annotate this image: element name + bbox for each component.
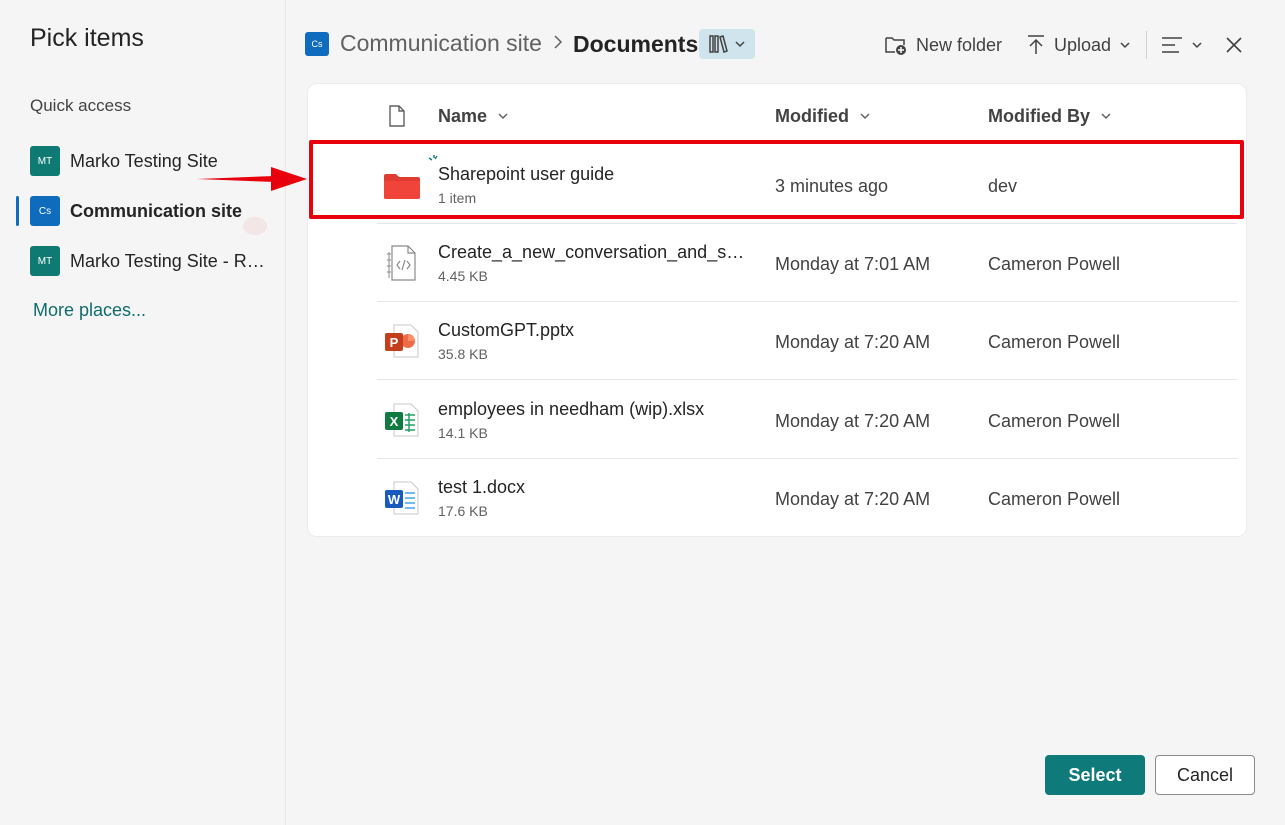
file-details: 14.1 KB: [438, 425, 488, 441]
sidebar-item-label: Marko Testing Site - Ret...: [70, 250, 270, 271]
site-badge: Cs: [30, 196, 60, 226]
list-view-icon: [1162, 37, 1182, 53]
file-name: employees in needham (wip).xlsx: [438, 399, 705, 419]
upload-label: Upload: [1054, 34, 1112, 55]
select-button[interactable]: Select: [1045, 755, 1145, 795]
file-modified-by: Cameron Powell: [988, 332, 1121, 352]
name-column-label: Name: [438, 105, 488, 126]
file-modified: Monday at 7:20 AM: [775, 411, 931, 431]
modified-column-label: Modified: [775, 105, 849, 126]
file-details: 4.45 KB: [438, 268, 488, 284]
new-folder-button[interactable]: New folder: [884, 30, 1002, 60]
header: Cs Communication site Documents New fold…: [305, 26, 1265, 64]
file-modified: Monday at 7:20 AM: [775, 489, 931, 509]
file-modified-by: dev: [988, 176, 1018, 196]
file-details: 35.8 KB: [438, 346, 488, 362]
site-badge: MT: [30, 146, 60, 176]
file-modified-by: Cameron Powell: [988, 489, 1121, 509]
table-row[interactable]: X employees in needham (wip).xlsx 14.1 K…: [377, 381, 1237, 459]
file-list: Name Modified Modified By Sharepoint use…: [307, 83, 1247, 537]
new-folder-label: New folder: [916, 34, 1003, 55]
close-icon: [1226, 37, 1242, 53]
site-badge: MT: [30, 246, 60, 276]
sidebar: Pick items Quick access MT Marko Testing…: [0, 0, 286, 825]
name-column-header[interactable]: Name: [438, 104, 509, 128]
file-details: 1 item: [438, 190, 477, 206]
file-modified: Monday at 7:20 AM: [775, 332, 931, 352]
file-modified: 3 minutes ago: [775, 176, 889, 196]
more-places-link[interactable]: More places...: [33, 300, 146, 321]
dialog-title: Pick items: [30, 24, 144, 52]
table-row[interactable]: Create_a_new_conversation_and_send_... 4…: [377, 224, 1237, 302]
file-modified-by: Cameron Powell: [988, 411, 1121, 431]
new-folder-icon: [885, 37, 906, 55]
chevron-down-icon: [1192, 42, 1202, 49]
upload-button[interactable]: Upload: [1026, 30, 1131, 60]
file-icon: [389, 105, 405, 127]
file-details: 17.6 KB: [438, 503, 488, 519]
close-button[interactable]: [1225, 30, 1243, 60]
chevron-down-icon: [1101, 113, 1111, 120]
breadcrumb-chevron-icon: [552, 34, 564, 55]
breadcrumb-library: Documents: [573, 31, 699, 57]
excel-icon: X: [385, 403, 419, 437]
quick-access-heading: Quick access: [30, 96, 132, 115]
modified-by-column-label: Modified By: [988, 105, 1090, 126]
view-options-button[interactable]: [1161, 30, 1203, 60]
svg-text:P: P: [390, 335, 399, 350]
chevron-down-icon: [1120, 42, 1130, 49]
library-switcher-button[interactable]: [699, 29, 755, 59]
folder-icon: [384, 174, 420, 199]
file-name: CustomGPT.pptx: [438, 320, 575, 340]
table-row[interactable]: Sharepoint user guide 1 item 3 minutes a…: [377, 146, 1237, 224]
modified-by-column-header[interactable]: Modified By: [988, 104, 1112, 128]
svg-text:W: W: [388, 492, 401, 507]
breadcrumb-site-badge: Cs: [305, 32, 329, 56]
chevron-down-icon: [860, 113, 870, 120]
svg-text:X: X: [390, 414, 399, 429]
powerpoint-icon: P: [385, 324, 419, 358]
code-file-icon: [387, 245, 416, 281]
file-modified: Monday at 7:01 AM: [775, 254, 931, 274]
table-row[interactable]: P CustomGPT.pptx 35.8 KB Monday at 7:20 …: [377, 302, 1237, 380]
upload-icon: [1028, 35, 1044, 54]
breadcrumb-site[interactable]: Communication site: [340, 30, 542, 57]
chevron-down-icon: [498, 113, 508, 120]
table-row[interactable]: W test 1.docx 17.6 KB Monday at 7:20 AM …: [377, 459, 1237, 537]
cancel-button[interactable]: Cancel: [1155, 755, 1255, 795]
cursor-highlight: [243, 217, 267, 235]
file-modified-by: Cameron Powell: [988, 254, 1121, 274]
file-type-column-header[interactable]: [388, 104, 406, 128]
library-icon: [709, 35, 728, 53]
modified-column-header[interactable]: Modified: [775, 104, 871, 128]
file-name: Create_a_new_conversation_and_send_...: [438, 242, 754, 262]
sidebar-item-label: Communication site: [70, 200, 243, 221]
sidebar-item-marko-testing-site-ret[interactable]: MT Marko Testing Site - Ret...: [16, 240, 282, 282]
chevron-down-icon: [735, 41, 745, 48]
file-name: test 1.docx: [438, 477, 526, 497]
toolbar-divider: [1146, 31, 1147, 59]
file-name: Sharepoint user guide: [438, 164, 615, 184]
annotation-arrow-icon: [197, 167, 307, 191]
word-icon: W: [385, 481, 419, 515]
